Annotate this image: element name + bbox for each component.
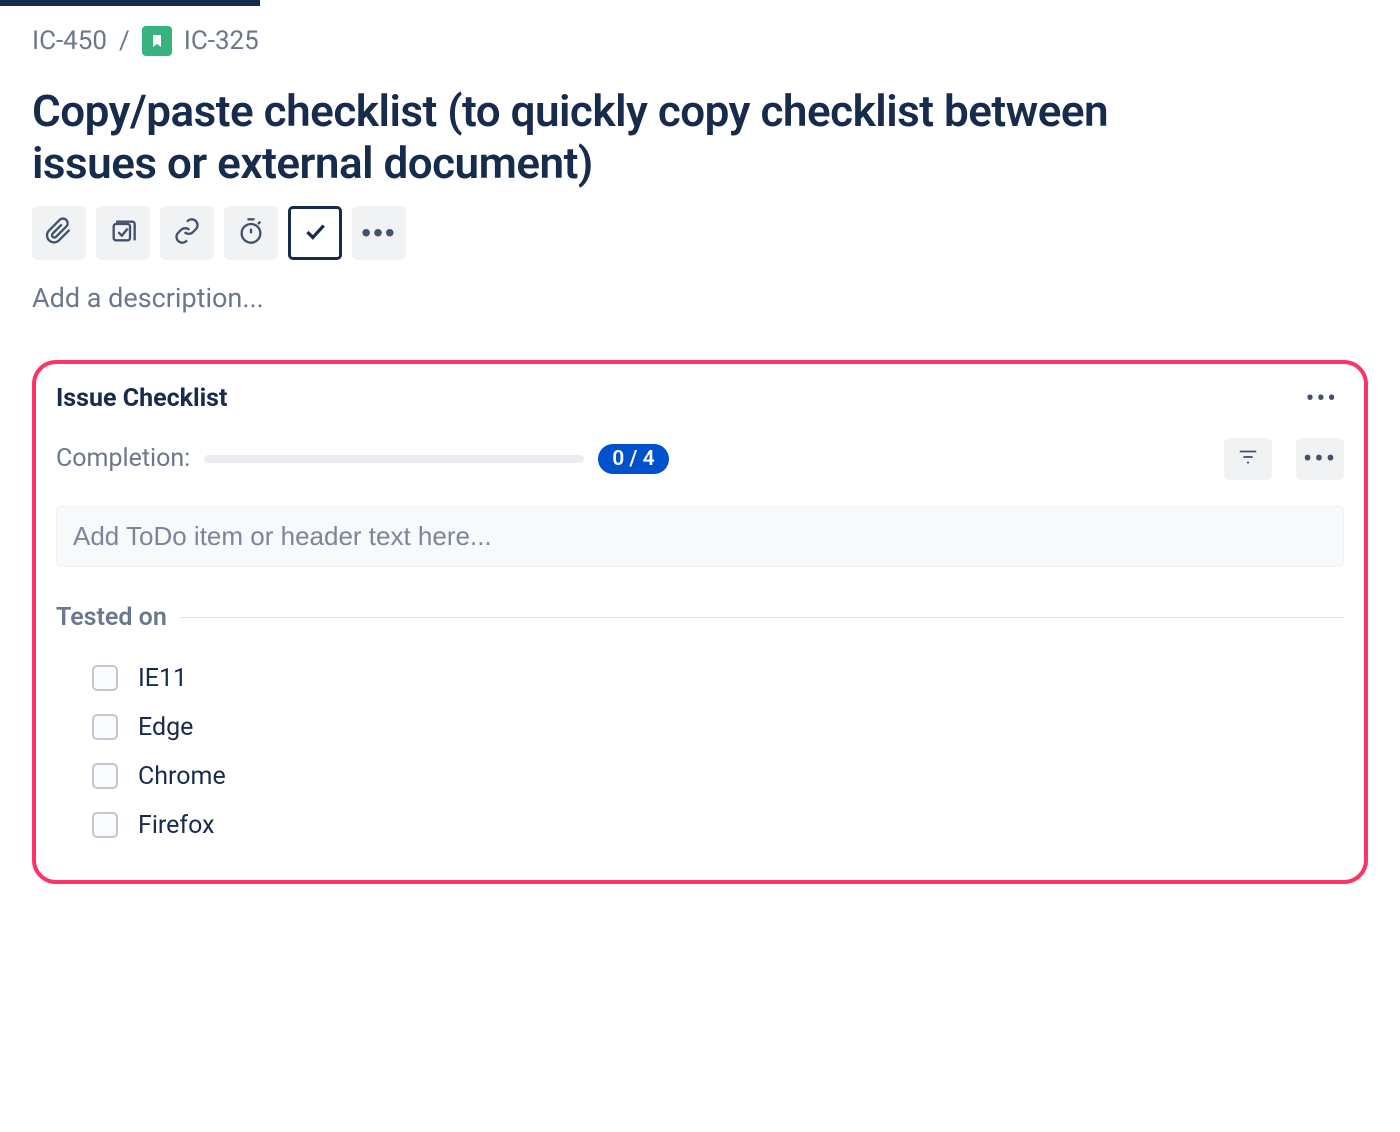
checkmark-icon [302, 218, 328, 247]
checkbox[interactable] [92, 812, 118, 838]
checklist-item[interactable]: Chrome [56, 752, 1344, 801]
breadcrumb-parent-link[interactable]: IC-450 [32, 26, 107, 56]
issue-title[interactable]: Copy/paste checklist (to quickly copy ch… [32, 86, 1132, 190]
more-icon: ••• [361, 217, 396, 249]
completion-label: Completion: [56, 444, 190, 473]
checklist-item[interactable]: IE11 [56, 654, 1344, 703]
checklist-controls-more-button[interactable]: ••• [1296, 438, 1344, 480]
divider [181, 617, 1344, 618]
checklist-item-label: Edge [138, 713, 193, 742]
story-icon [142, 26, 172, 56]
checklist-group-label: Tested on [56, 603, 167, 632]
vote-button[interactable] [96, 206, 150, 260]
more-icon: ••• [1303, 442, 1337, 475]
timer-button[interactable] [224, 206, 278, 260]
checklist-item-label: Chrome [138, 762, 226, 791]
checkbox[interactable] [92, 763, 118, 789]
completion-badge: 0 / 4 [598, 444, 668, 474]
breadcrumb: IC-450 / IC-325 [32, 26, 1368, 56]
description-field[interactable]: Add a description... [32, 282, 1368, 314]
add-todo-input[interactable] [56, 506, 1344, 567]
filter-icon [1237, 446, 1259, 472]
attachment-icon [45, 217, 73, 248]
checklist-item-label: IE11 [138, 664, 187, 693]
stopwatch-icon [237, 217, 265, 248]
checklist-title: Issue Checklist [56, 384, 227, 413]
checkbox[interactable] [92, 665, 118, 691]
checklist-header-more-button[interactable]: ••• [1300, 384, 1344, 414]
checklist-button[interactable] [288, 206, 342, 260]
checkbox[interactable] [92, 714, 118, 740]
issue-checklist-panel: Issue Checklist ••• Completion: 0 / 4 ••… [32, 360, 1368, 884]
filter-button[interactable] [1224, 438, 1272, 480]
link-icon [173, 217, 201, 248]
attach-button[interactable] [32, 206, 86, 260]
breadcrumb-separator: / [119, 26, 130, 56]
link-button[interactable] [160, 206, 214, 260]
vote-icon [109, 217, 137, 248]
breadcrumb-current-link[interactable]: IC-325 [184, 26, 259, 56]
checklist-group-header: Tested on [56, 603, 1344, 632]
checklist-item[interactable]: Edge [56, 703, 1344, 752]
checklist-item-label: Firefox [138, 811, 215, 840]
more-actions-button[interactable]: ••• [352, 206, 406, 260]
checklist-item[interactable]: Firefox [56, 801, 1344, 850]
completion-progress-bar [204, 455, 584, 463]
issue-toolbar: ••• [32, 206, 1368, 260]
